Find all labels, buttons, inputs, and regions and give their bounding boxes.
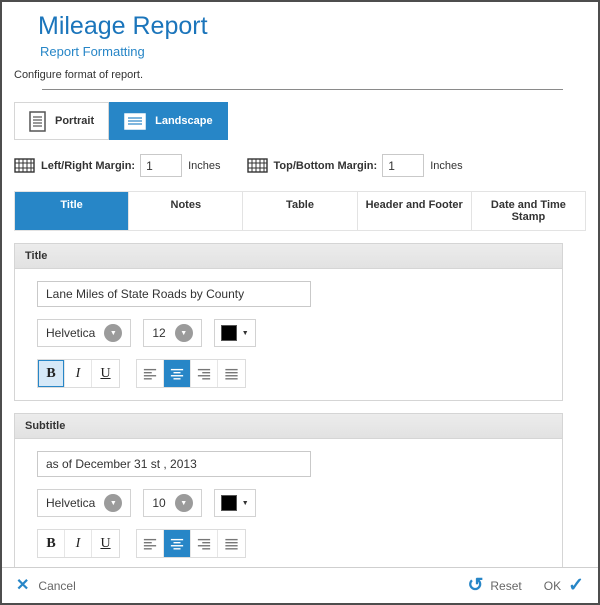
landscape-button[interactable]: Landscape <box>109 102 227 140</box>
top-bottom-margin-group: Top/Bottom Margin: Inches <box>247 154 463 177</box>
title-font-color-dropdown[interactable]: ▼ <box>214 319 256 347</box>
page-title: Mileage Report <box>38 12 598 41</box>
title-font-family-dropdown[interactable]: Helvetica ▼ <box>37 319 131 347</box>
subtitle-font-family-dropdown[interactable]: Helvetica ▼ <box>37 489 131 517</box>
subtitle-format-row: B I U <box>37 529 540 558</box>
title-format-row: B I U <box>37 359 540 388</box>
align-right-button[interactable] <box>191 530 218 557</box>
chevron-down-icon: ▼ <box>104 494 122 512</box>
title-section: Title Helvetica ▼ 12 ▼ ▼ B <box>14 243 563 401</box>
margin-grid-icon <box>247 158 268 173</box>
font-size-value: 12 <box>152 326 165 340</box>
reset-icon: ↺ <box>467 576 483 595</box>
color-swatch <box>221 325 237 341</box>
subtitle-font-size-dropdown[interactable]: 10 ▼ <box>143 489 201 517</box>
portrait-page-icon <box>29 111 46 132</box>
align-left-button[interactable] <box>137 360 164 387</box>
left-right-margin-input[interactable] <box>140 154 182 177</box>
reset-button[interactable]: ↺ Reset <box>467 576 521 595</box>
portrait-button[interactable]: Portrait <box>14 102 109 140</box>
cancel-button[interactable]: ✕ Cancel <box>16 578 76 594</box>
ok-button[interactable]: OK ✓ <box>544 576 584 595</box>
font-family-value: Helvetica <box>46 496 95 510</box>
subtitle-section: Subtitle Helvetica ▼ 10 ▼ ▼ B <box>14 413 563 571</box>
chevron-down-icon: ▼ <box>175 494 193 512</box>
orientation-selector: Portrait Landscape <box>14 102 586 140</box>
footer-bar: ✕ Cancel ↺ Reset OK ✓ <box>2 567 598 603</box>
margins-row: Left/Right Margin: Inches Top/Bottom Mar… <box>14 154 586 177</box>
align-center-button[interactable] <box>164 530 191 557</box>
italic-button[interactable]: I <box>65 360 92 387</box>
underline-button[interactable]: U <box>92 530 119 557</box>
tab-title[interactable]: Title <box>15 192 129 230</box>
portrait-label: Portrait <box>55 115 94 127</box>
align-right-button[interactable] <box>191 360 218 387</box>
tab-header-and-footer[interactable]: Header and Footer <box>358 192 472 230</box>
align-left-button[interactable] <box>137 530 164 557</box>
subtitle-font-row: Helvetica ▼ 10 ▼ ▼ <box>37 489 540 517</box>
left-right-margin-group: Left/Right Margin: Inches <box>14 154 221 177</box>
bold-button[interactable]: B <box>38 360 65 387</box>
cancel-icon: ✕ <box>16 578 29 594</box>
landscape-label: Landscape <box>155 115 212 127</box>
margin-grid-icon <box>14 158 35 173</box>
left-right-units-label: Inches <box>188 160 220 172</box>
chevron-down-icon: ▼ <box>175 324 193 342</box>
subtitle-font-color-dropdown[interactable]: ▼ <box>214 489 256 517</box>
ok-label: OK <box>544 579 561 593</box>
footer-actions: ↺ Reset OK ✓ <box>467 576 584 595</box>
chevron-down-icon: ▼ <box>242 330 249 337</box>
report-format-dialog: Mileage Report Report Formatting Configu… <box>0 0 600 605</box>
color-swatch <box>221 495 237 511</box>
subtitle-section-heading: Subtitle <box>15 414 562 439</box>
landscape-page-icon <box>124 113 146 130</box>
page-subtitle: Report Formatting <box>40 44 598 59</box>
tab-date-and-time-stamp[interactable]: Date and Time Stamp <box>472 192 585 230</box>
check-icon: ✓ <box>568 576 584 595</box>
align-center-button[interactable] <box>164 360 191 387</box>
align-justify-button[interactable] <box>218 530 245 557</box>
underline-button[interactable]: U <box>92 360 119 387</box>
title-font-size-dropdown[interactable]: 12 ▼ <box>143 319 201 347</box>
title-font-row: Helvetica ▼ 12 ▼ ▼ <box>37 319 540 347</box>
title-section-body: Helvetica ▼ 12 ▼ ▼ B I U <box>15 269 562 400</box>
left-right-margin-label: Left/Right Margin: <box>41 160 135 172</box>
subtitle-section-body: Helvetica ▼ 10 ▼ ▼ B I U <box>15 439 562 570</box>
title-text-input[interactable] <box>37 281 311 307</box>
italic-button[interactable]: I <box>65 530 92 557</box>
bold-button[interactable]: B <box>38 530 65 557</box>
chevron-down-icon: ▼ <box>104 324 122 342</box>
subtitle-align-group <box>136 529 246 558</box>
tab-table[interactable]: Table <box>243 192 357 230</box>
top-bottom-margin-label: Top/Bottom Margin: <box>274 160 378 172</box>
title-style-group: B I U <box>37 359 120 388</box>
chevron-down-icon: ▼ <box>242 500 249 507</box>
title-align-group <box>136 359 246 388</box>
top-bottom-units-label: Inches <box>430 160 462 172</box>
tab-bar: Title Notes Table Header and Footer Date… <box>14 191 586 231</box>
subtitle-style-group: B I U <box>37 529 120 558</box>
title-section-heading: Title <box>15 244 562 269</box>
font-family-value: Helvetica <box>46 326 95 340</box>
subtitle-text-input[interactable] <box>37 451 311 477</box>
description-text: Configure format of report. <box>14 69 598 81</box>
reset-label: Reset <box>490 579 521 593</box>
font-size-value: 10 <box>152 496 165 510</box>
cancel-label: Cancel <box>38 579 75 593</box>
tab-notes[interactable]: Notes <box>129 192 243 230</box>
align-justify-button[interactable] <box>218 360 245 387</box>
divider <box>42 89 563 90</box>
top-bottom-margin-input[interactable] <box>382 154 424 177</box>
